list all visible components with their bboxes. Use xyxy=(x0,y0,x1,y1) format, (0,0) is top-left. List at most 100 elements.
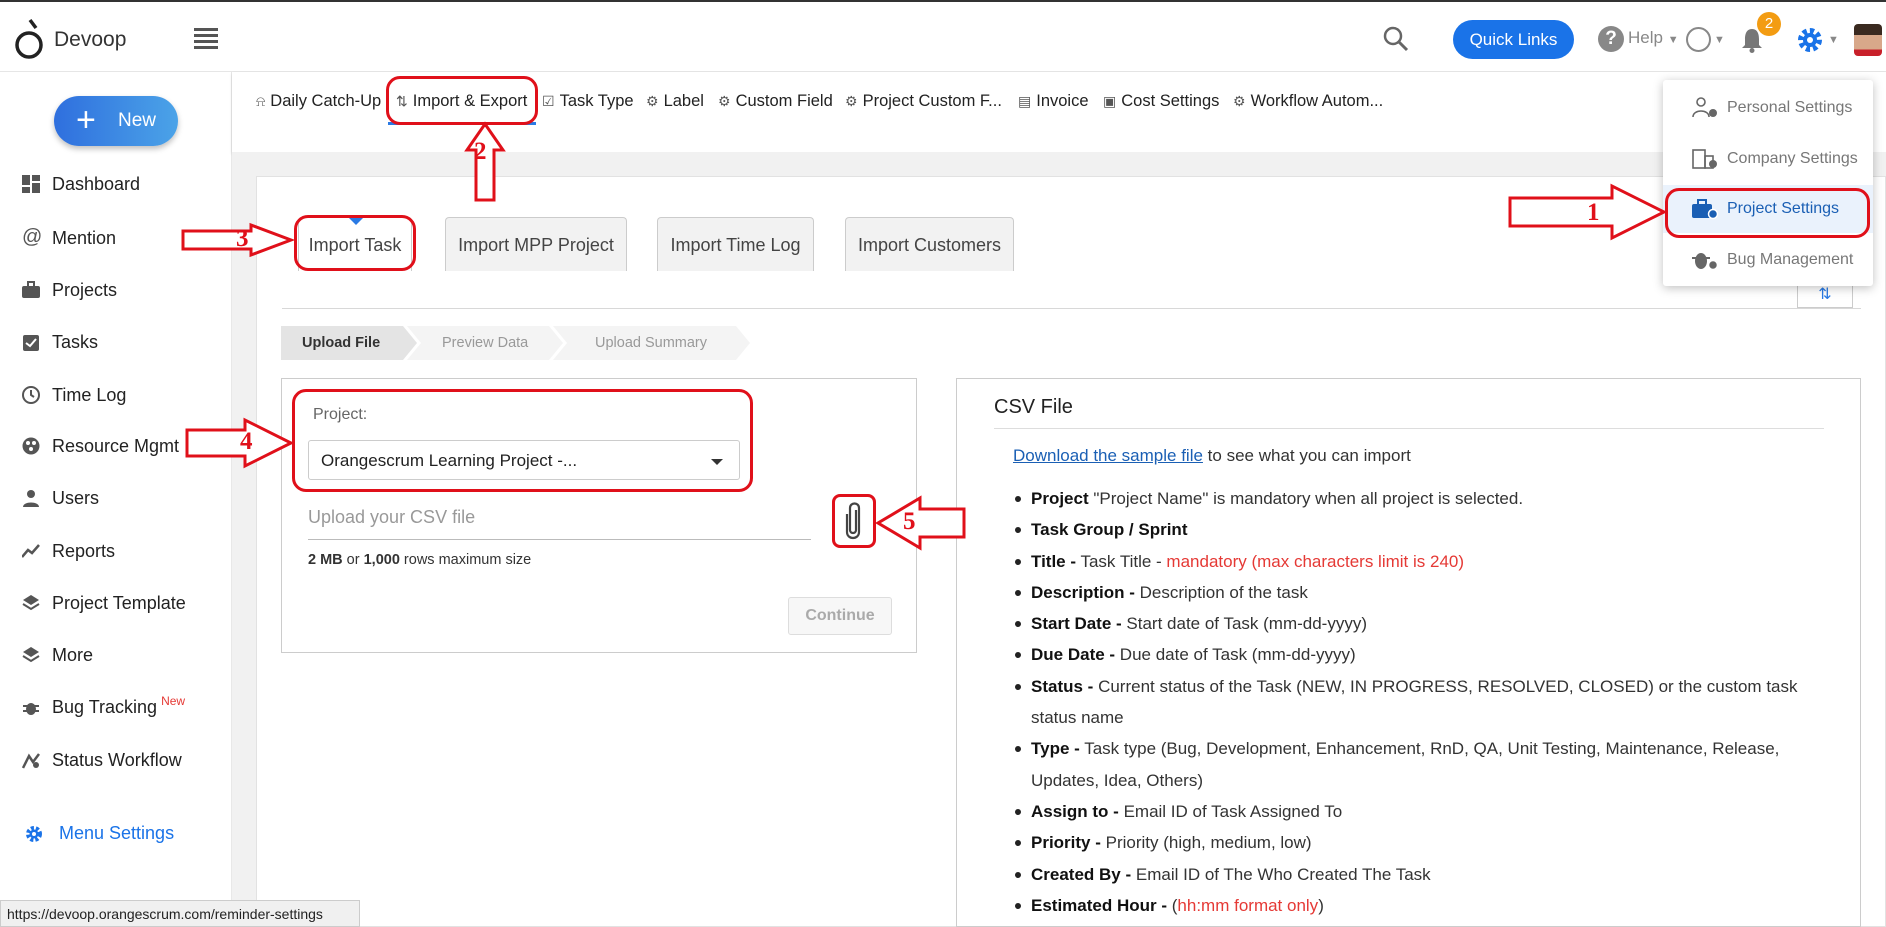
clock-icon xyxy=(22,386,40,404)
new-button[interactable]: + New xyxy=(54,96,178,146)
sidebar-item-more[interactable]: More xyxy=(0,634,232,678)
annotation-highlight-project-settings xyxy=(1665,188,1870,238)
sidebar-item-bug-tracking[interactable]: Bug Tracking New xyxy=(0,686,232,730)
continue-button[interactable]: Continue xyxy=(788,597,892,635)
list-item: Title - Task Title - mandatory (max char… xyxy=(1013,546,1843,577)
menu-item-label: Company Settings xyxy=(1727,150,1858,167)
sidebar-item-label: More xyxy=(52,645,94,665)
invoice-icon: ▤ xyxy=(1018,93,1032,109)
sidebar-item-label: Users xyxy=(52,488,100,508)
subnav-invoice[interactable]: ▤ Invoice xyxy=(1018,92,1089,111)
subnav-label-item[interactable]: ⚙ Label xyxy=(646,92,704,111)
new-badge: New xyxy=(161,694,186,708)
field-name: Created By - xyxy=(1031,864,1132,884)
field-name: Description - xyxy=(1031,582,1135,602)
sidebar-item-time-log[interactable]: Time Log xyxy=(0,374,232,418)
list-item: Description - Description of the task xyxy=(1013,577,1843,608)
clock-chevron-down-icon[interactable]: ▼ xyxy=(1714,34,1725,46)
annotation-highlight-import-task xyxy=(294,215,416,271)
search-icon[interactable] xyxy=(1383,26,1409,52)
sidebar-item-project-template[interactable]: Project Template xyxy=(0,582,232,626)
subnav-daily-catch-up[interactable]: ⍾ Daily Catch-Up xyxy=(256,92,381,111)
sidebar-item-label: Resource Mgmt xyxy=(52,436,180,456)
quick-links-button[interactable]: Quick Links xyxy=(1453,20,1574,59)
sidebar-item-reports[interactable]: Reports xyxy=(0,530,232,574)
step-upload-file: Upload File xyxy=(302,335,381,351)
annotation-number: 3 xyxy=(236,225,249,252)
bug-gear-icon xyxy=(1692,253,1719,271)
limit-or: or xyxy=(342,552,364,568)
download-sample-link[interactable]: Download the sample file xyxy=(1013,446,1203,465)
annotation-highlight-paperclip xyxy=(832,494,876,548)
field-name: Assign to - xyxy=(1031,801,1119,821)
sidebar-item-dashboard[interactable]: Dashboard xyxy=(0,163,232,207)
list-item: Assign to - Email ID of Task Assigned To xyxy=(1013,796,1843,827)
hamburger-menu-icon[interactable] xyxy=(194,28,218,49)
limit-suffix: rows maximum size xyxy=(399,552,532,568)
menu-item-company-settings[interactable]: Company Settings xyxy=(1663,135,1873,183)
brand-name: Devoop xyxy=(54,28,127,51)
gear-icon: ⚙ xyxy=(845,93,858,109)
annotation-highlight-import-export xyxy=(386,76,538,125)
subnav-label: Custom Field xyxy=(735,92,833,110)
menu-item-personal-settings[interactable]: Personal Settings xyxy=(1663,84,1873,132)
subnav-label: Workflow Autom... xyxy=(1250,92,1384,110)
help-icon[interactable]: ? xyxy=(1598,26,1624,52)
sidebar-item-projects[interactable]: Projects xyxy=(0,269,232,313)
sidebar-item-label: Time Log xyxy=(52,385,127,405)
menu-item-bug-management[interactable]: Bug Management xyxy=(1663,236,1873,284)
sidebar-item-label: Bug Tracking xyxy=(52,697,158,717)
sidebar-item-label: Projects xyxy=(52,280,118,300)
bell-icon: ⍾ xyxy=(256,93,266,109)
notification-badge: 2 xyxy=(1757,12,1781,36)
avatar[interactable] xyxy=(1854,24,1882,56)
bug-icon xyxy=(23,703,39,715)
sidebar-item-tasks[interactable]: Tasks xyxy=(0,321,232,365)
sidebar-item-label: Project Template xyxy=(52,593,186,613)
gear-icon: ⚙ xyxy=(1233,93,1246,109)
browser-status-bar: https://devoop.orangescrum.com/reminder-… xyxy=(0,900,360,927)
subnav-custom-field[interactable]: ⚙ Custom Field xyxy=(718,92,833,111)
field-desc: Priority (high, medium, low) xyxy=(1100,833,1312,853)
tab-import-mpp-project[interactable]: Import MPP Project xyxy=(445,217,627,271)
tab-import-time-log[interactable]: Import Time Log xyxy=(657,217,814,271)
subnav-project-custom-field[interactable]: ⚙ Project Custom F... xyxy=(845,92,1002,111)
user-gear-icon xyxy=(1692,97,1717,118)
resource-icon xyxy=(22,437,40,455)
subnav-workflow-automation[interactable]: ⚙ Workflow Autom... xyxy=(1233,92,1383,111)
divider xyxy=(994,428,1824,429)
new-button-label: New xyxy=(118,110,157,131)
plus-icon: + xyxy=(76,101,96,139)
csv-upload-input[interactable]: Upload your CSV file xyxy=(308,507,811,540)
dashboard-icon xyxy=(22,175,40,193)
subnav-label: Label xyxy=(663,92,704,110)
field-note: mandatory (max characters limit is 240) xyxy=(1166,551,1465,571)
subnav-label: Task Type xyxy=(559,92,634,110)
download-suffix: to see what you can import xyxy=(1202,446,1411,465)
field-desc: "Project Name" is mandatory when all pro… xyxy=(1088,489,1524,508)
task-check-icon xyxy=(23,335,39,351)
workflow-icon xyxy=(22,753,40,769)
field-note: hh:mm format only xyxy=(1177,895,1319,915)
sort-arrows-icon[interactable]: ⇅ xyxy=(1797,284,1853,308)
settings-chevron-down-icon[interactable]: ▼ xyxy=(1828,34,1839,46)
sidebar-item-status-workflow[interactable]: Status Workflow xyxy=(0,739,232,783)
gear-icon[interactable] xyxy=(1796,26,1824,54)
menu-settings-link[interactable]: Menu Settings xyxy=(0,812,232,856)
subnav-label: Project Custom F... xyxy=(862,92,1002,110)
subnav-cost-settings[interactable]: ▣ Cost Settings xyxy=(1103,92,1219,111)
time-clock-icon[interactable] xyxy=(1686,27,1711,52)
devoop-logo-icon[interactable] xyxy=(14,18,44,60)
field-desc: Start date of Task (mm-dd-yyyy) xyxy=(1121,614,1367,634)
sidebar-item-users[interactable]: Users xyxy=(0,477,232,521)
gear-icon: ⚙ xyxy=(646,93,659,109)
annotation-number: 2 xyxy=(474,138,487,165)
chart-line-icon xyxy=(22,544,40,558)
tab-import-customers[interactable]: Import Customers xyxy=(845,217,1014,271)
help-dropdown[interactable]: Help ▼ xyxy=(1628,28,1679,48)
annotation-number: 1 xyxy=(1587,199,1600,226)
gear-icon: ⚙ xyxy=(718,93,731,109)
sidebar-item-label: Dashboard xyxy=(52,174,141,194)
subnav-task-type[interactable]: ☑ Task Type xyxy=(542,92,634,111)
list-item: Due Date - Due date of Task (mm-dd-yyyy) xyxy=(1013,639,1843,670)
